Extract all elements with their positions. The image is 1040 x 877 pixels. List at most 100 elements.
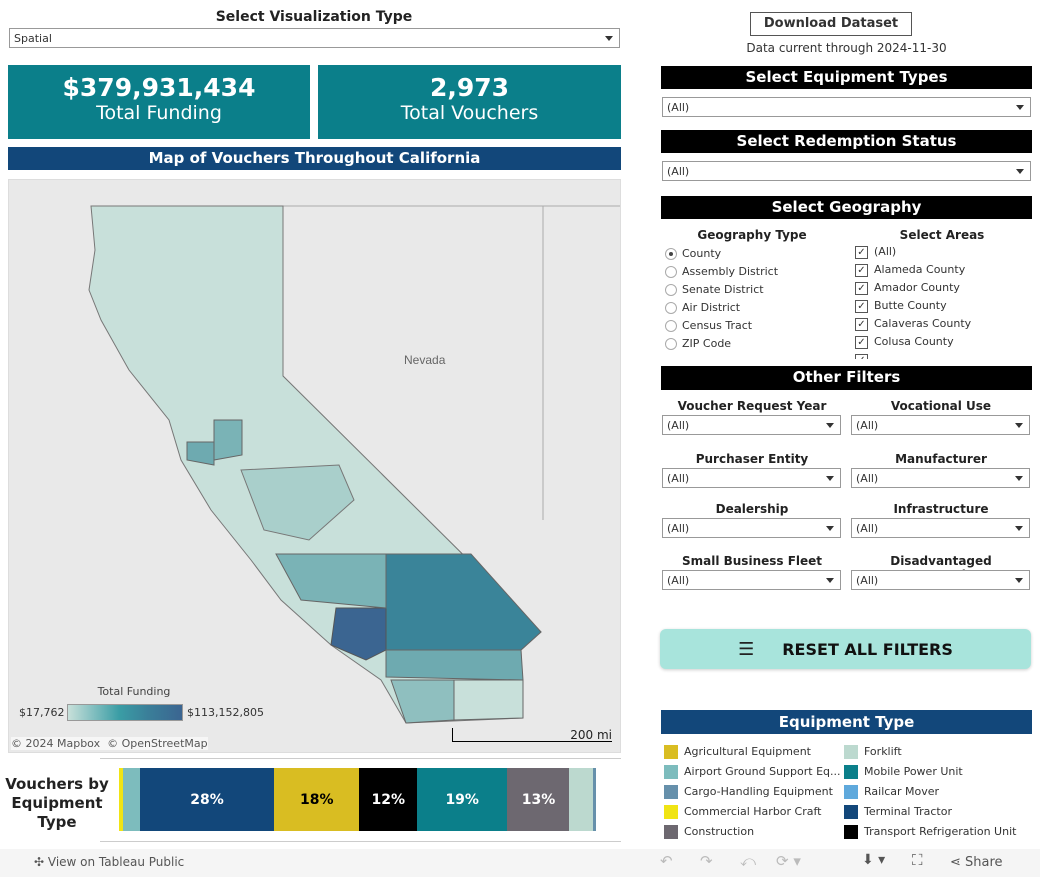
kpi-total-funding: $379,931,434 Total Funding	[8, 65, 310, 139]
legend-item[interactable]: Forklift	[844, 745, 902, 759]
filter-select[interactable]: (All)	[851, 570, 1030, 590]
share-icon: ⋖	[950, 855, 966, 870]
legend-item[interactable]: Mobile Power Unit	[844, 765, 963, 779]
share-button[interactable]: ⋖ Share	[950, 855, 1003, 870]
legend-swatch	[844, 785, 858, 799]
geography-type-option[interactable]: ZIP Code	[665, 337, 731, 355]
geography-type-option[interactable]: Assembly District	[665, 265, 778, 283]
legend-swatch	[844, 825, 858, 839]
filter-label: Dealership	[715, 502, 789, 516]
checkmark-icon: ✓	[855, 245, 868, 259]
sliders-icon: ☰	[738, 638, 755, 660]
legend-label: Airport Ground Support Eq...	[684, 765, 841, 778]
geography-type-option[interactable]: Census Tract	[665, 319, 752, 337]
viz-type-select[interactable]: Spatial	[9, 28, 620, 48]
segment-label: 13%	[521, 791, 556, 808]
map-attribution[interactable]: © 2024 Mapbox © OpenStreetMap	[11, 737, 208, 750]
download-icon[interactable]: ⬇ ▾	[862, 852, 885, 868]
radio-icon	[665, 338, 677, 350]
filter-label: Manufacturer	[895, 452, 987, 466]
equipment-filter-select[interactable]: (All)	[662, 97, 1031, 117]
geography-title: Select Geography	[661, 196, 1032, 219]
fullscreen-icon[interactable]: ⛶	[912, 851, 923, 869]
viz-type-label: Select Visualization Type	[215, 9, 413, 25]
area-checkbox[interactable]: ✓ Colusa County	[855, 335, 954, 353]
area-label: Colusa County	[874, 335, 954, 348]
filter-select[interactable]: (All)	[662, 468, 841, 488]
undo-icon[interactable]: ↶	[660, 852, 673, 870]
filter-label: Purchaser Entity	[695, 452, 809, 466]
option-label: Senate District	[682, 283, 764, 296]
county-imperial[interactable]	[453, 679, 524, 721]
legend-item[interactable]: Cargo-Handling Equipment	[664, 785, 833, 799]
area-checkbox[interactable]: ✓ Alameda County	[855, 263, 965, 281]
bar-segment[interactable]	[569, 768, 594, 831]
legend-item[interactable]: Construction	[664, 825, 754, 839]
redemption-filter-select[interactable]: (All)	[662, 161, 1031, 181]
divider	[100, 758, 621, 759]
legend-item[interactable]: Terminal Tractor	[844, 805, 952, 819]
bar-segment[interactable]	[122, 768, 141, 831]
map[interactable]: Nevada Total Funding $17,762 $113,152,80…	[8, 179, 621, 753]
county-riverside[interactable]	[385, 649, 524, 681]
select-areas-label: Select Areas	[899, 228, 985, 242]
legend-label: Agricultural Equipment	[684, 745, 811, 758]
reset-label: RESET ALL FILTERS	[782, 639, 953, 659]
kpi-total-vouchers: 2,973 Total Vouchers	[318, 65, 621, 139]
filter-select[interactable]: (All)	[662, 415, 841, 435]
area-checkbox[interactable]: ✓ (All)	[855, 245, 896, 263]
bar-segment[interactable]: 18%	[273, 768, 360, 831]
radio-icon	[665, 266, 677, 278]
segment-label: 19%	[445, 791, 479, 808]
map-title: Map of Vouchers Throughout California	[8, 147, 621, 170]
bar-segment[interactable]	[593, 768, 597, 831]
divider	[100, 841, 621, 842]
geography-type-option[interactable]: Air District	[665, 301, 740, 319]
legend-item[interactable]: Agricultural Equipment	[664, 745, 811, 759]
view-label: View on Tableau Public	[47, 855, 185, 869]
option-label: ZIP Code	[682, 337, 732, 350]
map-svg[interactable]: Nevada	[9, 180, 621, 753]
revert-icon[interactable]: ⤺	[740, 852, 756, 870]
segment-label: 28%	[190, 791, 224, 808]
filter-select[interactable]: (All)	[662, 518, 841, 538]
filter-select[interactable]: (All)	[662, 570, 841, 590]
option-label: Census Tract	[682, 319, 753, 332]
reset-all-filters-button[interactable]: ☰ RESET ALL FILTERS	[660, 629, 1031, 669]
bar-segment[interactable]: 12%	[359, 768, 418, 831]
bar-segment[interactable]: 28%	[139, 768, 275, 831]
area-checkbox[interactable]: ✓ Amador County	[855, 281, 960, 299]
legend-swatch	[844, 745, 858, 759]
bar-segment[interactable]: 13%	[507, 768, 570, 831]
legend-label: Cargo-Handling Equipment	[684, 785, 833, 798]
checkmark-icon: ✓	[855, 335, 868, 349]
geography-type-option[interactable]: County	[665, 247, 721, 265]
legend-item[interactable]: Railcar Mover	[844, 785, 939, 799]
redo-icon[interactable]: ↷	[700, 852, 713, 870]
area-checkbox[interactable]: ✓ Calaveras County	[855, 317, 971, 335]
view-on-tableau-public-link[interactable]: ✣ View on Tableau Public	[34, 855, 184, 869]
radio-icon	[665, 248, 677, 260]
filter-select[interactable]: (All)	[851, 518, 1030, 538]
legend-title: Total Funding	[97, 685, 171, 698]
data-current-note: Data current through 2024-11-30	[746, 41, 947, 55]
equipment-filter-title: Select Equipment Types	[661, 66, 1032, 89]
legend-item[interactable]: Commercial Harbor Craft	[664, 805, 822, 819]
bar-segment[interactable]: 19%	[416, 768, 508, 831]
legend-item[interactable]: Airport Ground Support Eq...	[664, 765, 841, 779]
geography-type-option[interactable]: Senate District	[665, 283, 764, 301]
legend-item[interactable]: Transport Refrigeration Unit	[844, 825, 1016, 839]
option-label: County	[682, 247, 722, 260]
legend-swatch	[844, 805, 858, 819]
area-checkbox[interactable]: ✓	[855, 353, 874, 359]
legend-swatch	[844, 765, 858, 779]
area-checkbox[interactable]: ✓ Butte County	[855, 299, 947, 317]
refresh-icon[interactable]: ⟳ ▾	[776, 852, 801, 870]
filter-select[interactable]: (All)	[851, 415, 1030, 435]
filter-label: Infrastructure	[893, 502, 989, 516]
download-dataset-button[interactable]: Download Dataset	[750, 12, 912, 36]
equipment-legend-title: Equipment Type	[661, 710, 1032, 734]
county-san-joaquin[interactable]	[213, 419, 243, 461]
scale-bar: 200 mi	[452, 728, 612, 742]
filter-select[interactable]: (All)	[851, 468, 1030, 488]
